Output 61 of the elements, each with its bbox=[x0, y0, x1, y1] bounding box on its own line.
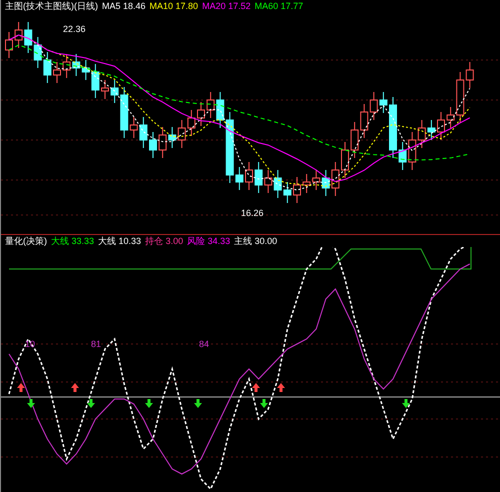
arrow-down-icon bbox=[194, 399, 202, 408]
candlestick bbox=[254, 162, 263, 194]
arrow-down-icon bbox=[145, 399, 153, 408]
candlestick bbox=[312, 170, 320, 190]
candlestick bbox=[53, 62, 61, 84]
indicator-reading: 大线 10.33 bbox=[98, 235, 142, 247]
chart-title: 量化(决策) bbox=[5, 235, 47, 247]
arrow-up-icon bbox=[71, 383, 79, 392]
chart-title: 主图(技术主图线)(日线) bbox=[5, 0, 98, 12]
candlestick bbox=[283, 182, 292, 204]
candlestick bbox=[427, 120, 436, 140]
indicator-reading: MA20 17.52 bbox=[202, 0, 251, 12]
arrow-down-icon bbox=[402, 399, 410, 408]
candlestick bbox=[62, 54, 71, 78]
price-label: 22.36 bbox=[63, 24, 86, 34]
candlestick bbox=[274, 170, 282, 198]
indicator-reading: 主线 30.00 bbox=[234, 235, 278, 247]
arrow-down-icon bbox=[260, 399, 268, 408]
candlestick bbox=[245, 162, 253, 190]
indicator-reading: 风险 34.33 bbox=[187, 235, 230, 247]
indicator-reading: MA60 17.77 bbox=[254, 0, 304, 12]
candlestick bbox=[341, 142, 349, 178]
candlestick bbox=[149, 132, 157, 158]
indicator-reading: 持仓 3.00 bbox=[145, 235, 184, 247]
candlestick bbox=[379, 92, 388, 114]
candlestick bbox=[398, 142, 407, 170]
candlestick bbox=[43, 52, 52, 84]
candlestick bbox=[408, 132, 416, 170]
candlestick bbox=[187, 110, 196, 136]
candlestick bbox=[264, 170, 272, 194]
candlestick bbox=[293, 176, 301, 204]
indicator-reading: MA5 18.46 bbox=[102, 0, 146, 12]
candlestick bbox=[72, 54, 80, 76]
candlestick bbox=[350, 122, 359, 158]
indicator-reading: 大线 33.33 bbox=[51, 235, 94, 247]
indicator-reading: MA10 17.80 bbox=[150, 0, 198, 12]
candlestick bbox=[389, 96, 397, 158]
level-label: 81 bbox=[91, 339, 102, 349]
candlestick bbox=[322, 170, 330, 196]
candlestick bbox=[14, 22, 23, 48]
candlestick bbox=[178, 120, 186, 148]
candlestick bbox=[331, 162, 340, 196]
candlestick bbox=[34, 36, 42, 68]
arrow-up-icon bbox=[252, 383, 260, 392]
arrow-down-icon bbox=[87, 399, 95, 408]
candlestick bbox=[360, 104, 368, 138]
candlestick bbox=[302, 174, 311, 194]
arrow-down-icon bbox=[27, 399, 35, 408]
candlestick bbox=[101, 80, 109, 100]
candlestick bbox=[24, 22, 32, 54]
arrow-up-icon bbox=[277, 383, 285, 392]
level-label: 10 bbox=[25, 339, 36, 349]
candlestick bbox=[197, 102, 205, 126]
price-label: 16.26 bbox=[241, 208, 264, 218]
candlestick bbox=[370, 92, 378, 120]
candlestick bbox=[5, 32, 13, 58]
candlestick bbox=[437, 112, 445, 140]
arrow-up-icon bbox=[17, 383, 25, 392]
candlestick bbox=[206, 92, 215, 118]
level-label: 84 bbox=[199, 339, 210, 349]
candlestick bbox=[418, 120, 426, 148]
